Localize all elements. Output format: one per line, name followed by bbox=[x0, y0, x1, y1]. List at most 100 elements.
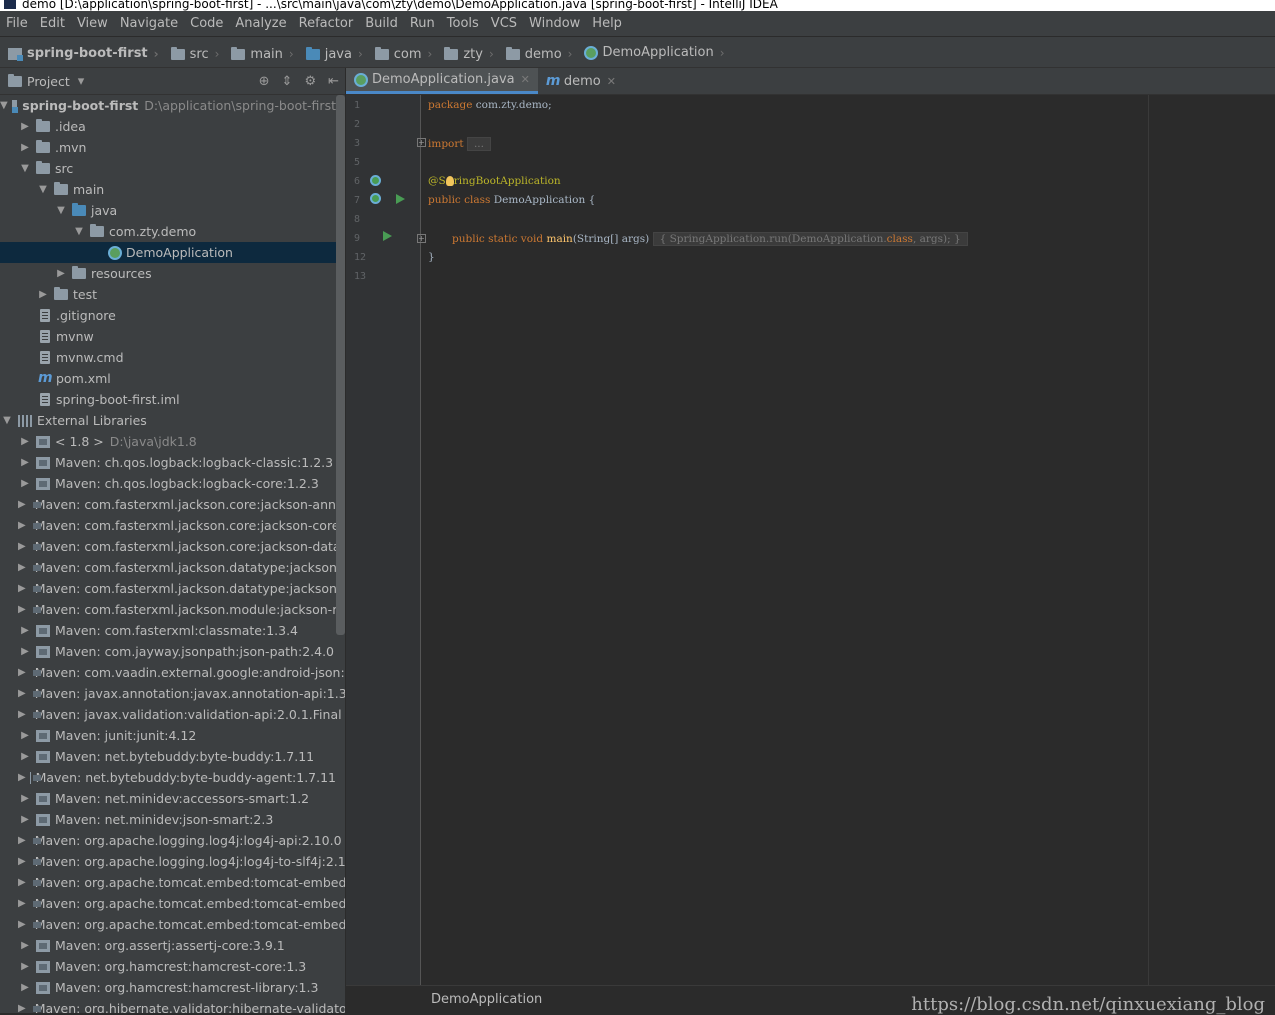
close-icon[interactable]: ✕ bbox=[521, 73, 530, 86]
collapsed-arrow-icon[interactable]: ▶ bbox=[18, 935, 32, 956]
collapsed-arrow-icon[interactable]: ▶ bbox=[54, 263, 68, 284]
breadcrumb-main[interactable]: main › bbox=[223, 39, 297, 70]
tree-item-library[interactable]: ▶ Maven: org.apache.logging.log4j:log4j-t… bbox=[0, 851, 345, 872]
menu-edit[interactable]: Edit bbox=[34, 11, 71, 37]
project-view-selector[interactable]: Project ▾ bbox=[8, 73, 84, 89]
collapsed-arrow-icon[interactable]: ▶ bbox=[18, 452, 32, 473]
tree-item-library[interactable]: ▶ Maven: org.assertj:assertj-core:3.9.1 bbox=[0, 935, 336, 956]
tree-item-library[interactable]: ▶ Maven: com.fasterxml.jackson.datatype:j… bbox=[0, 557, 345, 578]
collapsed-arrow-icon[interactable]: ▶ bbox=[18, 704, 26, 725]
collapsed-arrow-icon[interactable]: ▶ bbox=[18, 746, 32, 767]
menu-vcs[interactable]: VCS bbox=[485, 11, 523, 37]
tree-item-library[interactable]: ▶ Maven: javax.annotation:javax.annotatio… bbox=[0, 683, 345, 704]
breadcrumb-com[interactable]: com › bbox=[367, 39, 437, 70]
tree-item-library[interactable]: ▶ Maven: org.hamcrest:hamcrest-library:1.… bbox=[0, 977, 336, 998]
collapsed-arrow-icon[interactable]: ▶ bbox=[18, 599, 26, 620]
tree-item-mvnw[interactable]: mvnw bbox=[0, 326, 336, 347]
collapsed-arrow-icon[interactable]: ▶ bbox=[18, 977, 32, 998]
tree-item-mvnw-cmd[interactable]: mvnw.cmd bbox=[0, 347, 336, 368]
spring-bean-gutter-icon[interactable] bbox=[370, 175, 381, 186]
tab-demo-application-java[interactable]: DemoApplication.java ✕ bbox=[346, 68, 538, 94]
collapsed-arrow-icon[interactable]: ▶ bbox=[18, 536, 26, 557]
tree-item-library[interactable]: ▶ Maven: junit:junit:4.12 bbox=[0, 725, 336, 746]
tree-item-library[interactable]: ▶ Maven: org.apache.tomcat.embed:tomcat-e… bbox=[0, 914, 345, 935]
tree-item-project-root[interactable]: ▼ spring-boot-first D:\application\spring-… bbox=[0, 95, 336, 116]
collapsed-arrow-icon[interactable]: ▶ bbox=[18, 872, 26, 893]
menu-tools[interactable]: Tools bbox=[441, 11, 485, 37]
collapsed-arrow-icon[interactable]: ▶ bbox=[18, 788, 32, 809]
tree-item-jdk[interactable]: ▶ < 1.8 > D:\java\jdk1.8 bbox=[0, 431, 336, 452]
tree-item-resources[interactable]: ▶ resources bbox=[0, 263, 336, 284]
collapsed-arrow-icon[interactable]: ▶ bbox=[18, 662, 26, 683]
tree-item-java[interactable]: ▼ java bbox=[0, 200, 336, 221]
collapsed-arrow-icon[interactable]: ▶ bbox=[18, 851, 26, 872]
tree-item-library[interactable]: ▶ Maven: net.bytebuddy:byte-buddy-agent:1… bbox=[0, 767, 336, 788]
collapse-all-icon[interactable]: ⇕ bbox=[282, 74, 293, 89]
collapsed-arrow-icon[interactable]: ▶ bbox=[18, 914, 26, 935]
tree-item-library[interactable]: ▶ Maven: net.bytebuddy:byte-buddy:1.7.11 bbox=[0, 746, 336, 767]
tab-demo-pom[interactable]: m demo ✕ bbox=[538, 68, 624, 94]
tree-item-library[interactable]: ▶ Maven: com.fasterxml.jackson.core:jacks… bbox=[0, 515, 345, 536]
breadcrumb-src[interactable]: src › bbox=[163, 39, 224, 70]
expanded-arrow-icon[interactable]: ▼ bbox=[54, 200, 68, 221]
editor-breadcrumb[interactable]: DemoApplication bbox=[431, 992, 542, 1007]
settings-gear-icon[interactable]: ⚙ bbox=[304, 74, 316, 89]
editor-gutter[interactable]: 1 2 3 5 6 7 8 9 12 13 + + bbox=[346, 95, 426, 985]
run-class-icon[interactable] bbox=[396, 194, 405, 204]
tree-item-iml[interactable]: spring-boot-first.iml bbox=[0, 389, 336, 410]
collapsed-arrow-icon[interactable]: ▶ bbox=[18, 956, 32, 977]
expanded-arrow-icon[interactable]: ▼ bbox=[36, 179, 50, 200]
collapsed-arrow-icon[interactable]: ▶ bbox=[18, 494, 26, 515]
tree-item-library[interactable]: ▶ Maven: com.vaadin.external.google:andro… bbox=[0, 662, 345, 683]
breadcrumb-zty[interactable]: zty › bbox=[436, 39, 497, 70]
collapsed-arrow-icon[interactable]: ▶ bbox=[18, 431, 32, 452]
hide-panel-icon[interactable]: ⇤ bbox=[328, 74, 339, 89]
tree-item-demo-application[interactable]: DemoApplication bbox=[0, 242, 336, 263]
collapsed-arrow-icon[interactable]: ▶ bbox=[18, 998, 26, 1013]
collapsed-arrow-icon[interactable]: ▶ bbox=[18, 893, 26, 914]
breadcrumb-demo[interactable]: demo › bbox=[498, 39, 577, 70]
menu-refactor[interactable]: Refactor bbox=[293, 11, 360, 37]
tree-item-library[interactable]: ▶ Maven: org.hamcrest:hamcrest-core:1.3 bbox=[0, 956, 336, 977]
collapsed-arrow-icon[interactable]: ▶ bbox=[18, 116, 32, 137]
fold-icon[interactable]: + bbox=[417, 138, 426, 147]
close-icon[interactable]: ✕ bbox=[607, 75, 616, 88]
menu-view[interactable]: View bbox=[71, 11, 114, 37]
collapsed-arrow-icon[interactable]: ▶ bbox=[18, 767, 26, 788]
expanded-arrow-icon[interactable]: ▼ bbox=[72, 221, 86, 242]
tree-item-library[interactable]: ▶ Maven: org.hibernate.validator:hibernat… bbox=[0, 998, 345, 1013]
collapsed-arrow-icon[interactable]: ▶ bbox=[18, 515, 26, 536]
menu-build[interactable]: Build bbox=[359, 11, 404, 37]
tree-item-library[interactable]: ▶ Maven: com.fasterxml.jackson.datatype:j… bbox=[0, 578, 345, 599]
collapsed-arrow-icon[interactable]: ▶ bbox=[18, 557, 26, 578]
tree-item-external-libraries[interactable]: ▼ External Libraries bbox=[0, 410, 336, 431]
breadcrumb-project[interactable]: spring-boot-first › bbox=[0, 38, 163, 69]
tree-item-package[interactable]: ▼ com.zty.demo bbox=[0, 221, 336, 242]
collapsed-arrow-icon[interactable]: ▶ bbox=[18, 641, 32, 662]
tree-item-library[interactable]: ▶ Maven: javax.validation:validation-api:… bbox=[0, 704, 342, 725]
project-tree-scrollbar[interactable] bbox=[336, 95, 345, 635]
folded-method-body[interactable]: { SpringApplication.run(DemoApplication.… bbox=[652, 232, 968, 246]
breadcrumb-java[interactable]: java › bbox=[298, 39, 367, 70]
tree-item-src[interactable]: ▼ src bbox=[0, 158, 336, 179]
tree-item-pom[interactable]: m pom.xml bbox=[0, 368, 336, 389]
menu-file[interactable]: File bbox=[0, 11, 34, 37]
expanded-arrow-icon[interactable]: ▼ bbox=[0, 410, 14, 431]
tree-item-library[interactable]: ▶ Maven: org.apache.tomcat.embed:tomcat-e… bbox=[0, 872, 345, 893]
collapsed-arrow-icon[interactable]: ▶ bbox=[18, 830, 26, 851]
menu-code[interactable]: Code bbox=[184, 11, 229, 37]
tree-item-library[interactable]: ▶ Maven: ch.qos.logback:logback-classic:1… bbox=[0, 452, 336, 473]
collapsed-arrow-icon[interactable]: ▶ bbox=[18, 620, 32, 641]
menu-run[interactable]: Run bbox=[404, 11, 441, 37]
tree-item-library[interactable]: ▶ Maven: com.fasterxml.jackson.module:jac… bbox=[0, 599, 345, 620]
menu-window[interactable]: Window bbox=[523, 11, 586, 37]
tree-item-library[interactable]: ▶ Maven: com.fasterxml.jackson.core:jacks… bbox=[0, 494, 345, 515]
tree-item-library[interactable]: ▶ Maven: ch.qos.logback:logback-core:1.2.… bbox=[0, 473, 336, 494]
collapsed-arrow-icon[interactable]: ▶ bbox=[18, 683, 26, 704]
tree-item-library[interactable]: ▶ Maven: com.fasterxml.jackson.core:jacks… bbox=[0, 536, 345, 557]
fold-icon[interactable]: + bbox=[417, 234, 426, 243]
collapsed-arrow-icon[interactable]: ▶ bbox=[18, 725, 32, 746]
tree-item-library[interactable]: ▶ Maven: com.jayway.jsonpath:json-path:2.… bbox=[0, 641, 336, 662]
breadcrumb-demo-application[interactable]: DemoApplication › bbox=[576, 37, 728, 68]
tree-item-library[interactable]: ▶ Maven: org.apache.logging.log4j:log4j-a… bbox=[0, 830, 342, 851]
